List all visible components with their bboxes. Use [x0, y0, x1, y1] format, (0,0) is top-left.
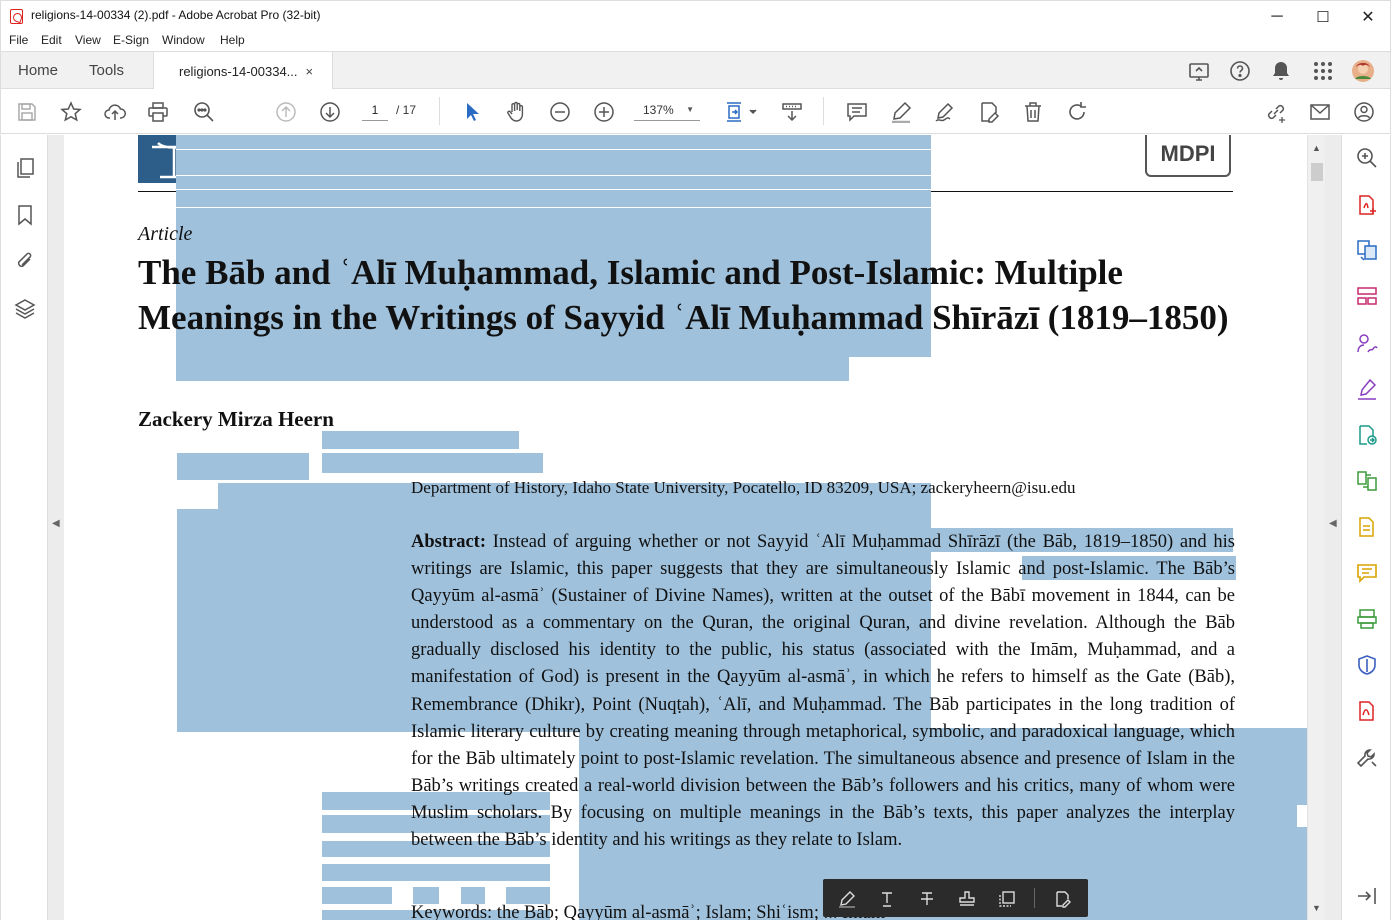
abstract-paragraph: Abstract: Instead of arguing whether or … — [411, 529, 1235, 854]
scroll-up-icon[interactable]: ▲ — [1312, 143, 1321, 153]
scroll-mode-icon[interactable] — [779, 99, 805, 125]
scroll-down-icon[interactable]: ▼ — [1312, 903, 1321, 913]
edit-text-icon[interactable] — [1053, 889, 1073, 909]
export-pdf-icon[interactable] — [1355, 423, 1379, 447]
protect-shield-icon[interactable] — [1355, 653, 1379, 677]
tab-close-icon[interactable]: × — [306, 64, 314, 79]
underline-text-icon[interactable] — [877, 889, 897, 909]
scan-ocr-icon[interactable] — [1355, 607, 1379, 631]
chevron-left-icon: ◀ — [52, 518, 60, 529]
tab-home[interactable]: Home — [18, 52, 58, 89]
organize-pages-icon[interactable] — [1355, 284, 1379, 308]
next-page-icon[interactable] — [317, 99, 343, 125]
tab-document-label: religions-14-00334... — [179, 63, 298, 79]
document-viewport[interactable]: religions MDPI Article The Bāb and ʿAlī … — [64, 135, 1307, 920]
previous-page-icon[interactable] — [273, 99, 299, 125]
menu-help[interactable]: Help — [220, 33, 245, 47]
zoom-in-icon[interactable] — [591, 99, 617, 125]
stamp-text-icon[interactable] — [957, 889, 977, 909]
page-thumbnails-icon[interactable] — [13, 156, 37, 180]
right-tools-panel — [1341, 135, 1391, 920]
scrollbar-thumb[interactable] — [1311, 163, 1323, 181]
window-title: religions-14-00334 (2).pdf - Adobe Acrob… — [31, 8, 321, 22]
comment-tool-icon[interactable] — [1355, 561, 1379, 585]
highlight-pen-icon[interactable] — [888, 99, 914, 125]
floating-markup-toolbar — [823, 879, 1088, 917]
right-panel-collapse[interactable]: ◀ — [1325, 135, 1341, 920]
acrobat-app-icon — [10, 9, 23, 24]
layers-icon[interactable] — [13, 297, 37, 321]
rotate-redo-icon[interactable] — [1064, 99, 1090, 125]
user-avatar[interactable] — [1350, 58, 1376, 84]
chevron-left-icon: ◀ — [1329, 518, 1337, 529]
left-panel-collapse[interactable]: ◀ — [48, 135, 64, 920]
menu-e-sign[interactable]: E-Sign — [113, 33, 149, 47]
keywords-line: Keywords: the Bāb; Qayyūm al-asmāʾ; Isla… — [411, 903, 886, 920]
delete-trash-icon[interactable] — [1020, 99, 1046, 125]
menu-edit[interactable]: Edit — [41, 33, 62, 47]
strikethrough-text-icon[interactable] — [917, 889, 937, 909]
tab-document[interactable]: religions-14-00334... × — [153, 52, 333, 90]
menu-file[interactable]: File — [9, 33, 28, 47]
menu-view[interactable]: View — [75, 33, 101, 47]
expand-panel-icon[interactable] — [1355, 884, 1379, 908]
fill-sign-icon[interactable] — [1355, 377, 1379, 401]
zoom-level-select[interactable]: 137% ▼ — [634, 99, 700, 121]
title-bar: religions-14-00334 (2).pdf - Adobe Acrob… — [0, 0, 1391, 31]
more-tools-wrench-icon[interactable] — [1355, 746, 1379, 770]
tab-bar: Home Tools religions-14-00334... × — [0, 51, 1391, 90]
save-icon[interactable] — [14, 99, 40, 125]
publisher-logo: MDPI — [1145, 135, 1231, 177]
upload-cloud-icon[interactable] — [102, 99, 128, 125]
maximize-button[interactable]: ☐ — [1300, 1, 1346, 32]
chevron-down-icon: ▼ — [686, 105, 694, 114]
print-icon[interactable] — [145, 99, 171, 125]
request-signature-icon[interactable] — [1355, 331, 1379, 355]
help-icon[interactable] — [1227, 58, 1253, 84]
author-affiliation: Department of History, Idaho State Unive… — [411, 478, 1076, 497]
combine-files-icon[interactable] — [1355, 238, 1379, 262]
highlight-text-icon[interactable] — [837, 889, 857, 909]
share-link-icon[interactable] — [1263, 99, 1289, 125]
notifications-bell-icon[interactable] — [1268, 58, 1294, 84]
menu-window[interactable]: Window — [162, 33, 205, 47]
zoom-level-value: 137% — [643, 103, 674, 117]
abstract-text: Instead of arguing whether or not Sayyid… — [411, 532, 1235, 851]
article-author: Zackery Mirza Heern — [138, 407, 334, 431]
page-total: / 17 — [396, 103, 417, 117]
acrobat-pdf-icon[interactable] — [1355, 699, 1379, 723]
share-screen-icon[interactable] — [1186, 58, 1212, 84]
minimize-button[interactable]: ─ — [1254, 1, 1300, 32]
bookmark-star-icon[interactable] — [58, 99, 84, 125]
email-envelope-icon[interactable] — [1307, 99, 1333, 125]
search-zoom-icon[interactable] — [191, 99, 217, 125]
create-pdf-icon[interactable] — [1355, 193, 1379, 217]
bookmarks-icon[interactable] — [13, 203, 37, 227]
attachments-paperclip-icon[interactable] — [13, 249, 37, 273]
abstract-label: Abstract: — [411, 532, 487, 552]
compare-files-icon[interactable] — [1355, 469, 1379, 493]
close-window-button[interactable]: ✕ — [1345, 1, 1391, 32]
page-number-input[interactable]: 1 — [362, 99, 388, 121]
zoom-search-icon[interactable] — [1355, 146, 1379, 170]
left-navigation-panel — [0, 135, 48, 920]
add-user-icon[interactable] — [1351, 99, 1377, 125]
comment-icon[interactable] — [844, 99, 870, 125]
article-type: Article — [138, 223, 193, 245]
copy-selection-icon[interactable] — [997, 889, 1017, 909]
select-cursor-icon[interactable] — [459, 99, 485, 125]
zoom-out-icon[interactable] — [547, 99, 573, 125]
send-for-review-icon[interactable] — [1355, 515, 1379, 539]
draw-sign-icon[interactable] — [932, 99, 958, 125]
tab-tools[interactable]: Tools — [89, 52, 124, 89]
page-fit-icon[interactable] — [723, 99, 759, 125]
menu-bar: File Edit View E-Sign Window Help — [0, 31, 1391, 51]
apps-grid-icon[interactable] — [1310, 58, 1336, 84]
hand-tool-icon[interactable] — [503, 99, 529, 125]
vertical-scrollbar[interactable]: ▲ ▼ — [1307, 135, 1325, 920]
edit-pdf-icon[interactable] — [976, 99, 1002, 125]
article-title: The Bāb and ʿAlī Muḥammad, Islamic and P… — [138, 253, 1229, 337]
